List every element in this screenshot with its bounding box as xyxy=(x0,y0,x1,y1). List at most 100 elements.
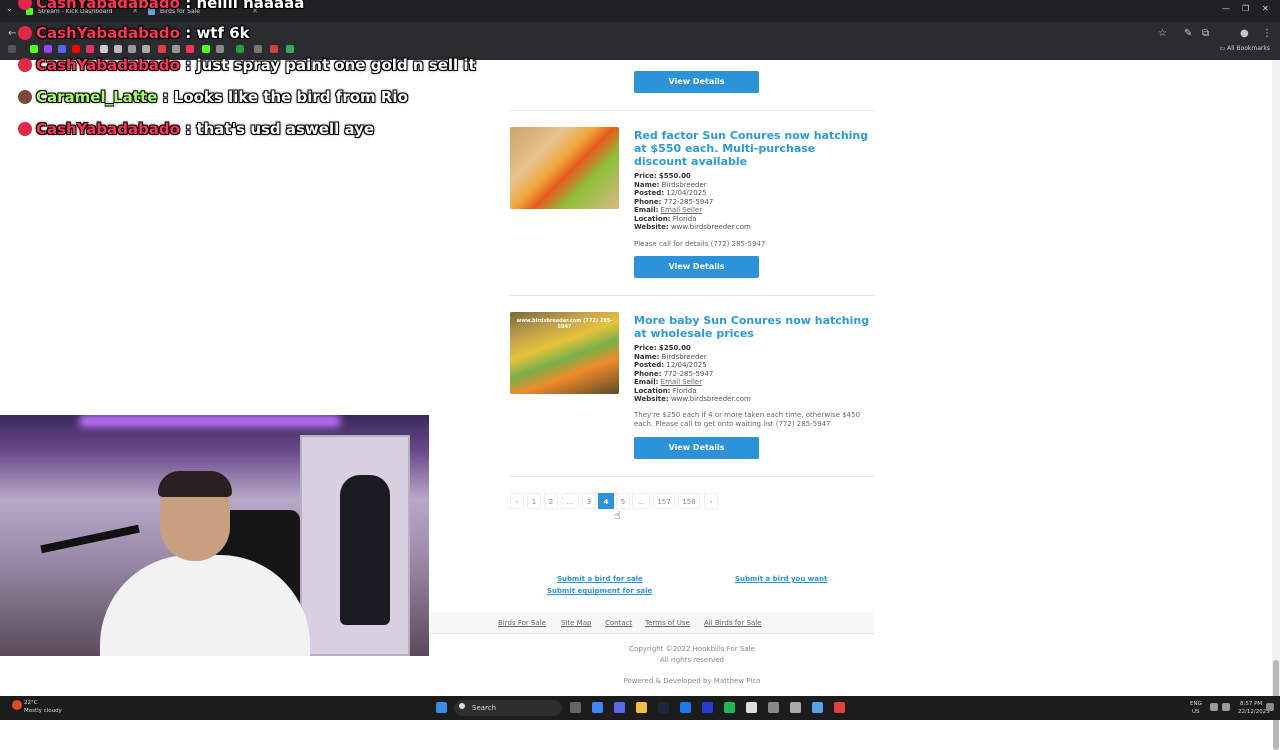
bookmark-x-icon[interactable] xyxy=(100,45,108,53)
view-details-button[interactable]: View Details xyxy=(634,437,759,459)
bookmark-twitch-icon[interactable] xyxy=(44,45,52,53)
bookmark-kick-icon[interactable] xyxy=(30,45,38,53)
location-label: Location: xyxy=(634,386,671,395)
bookmark-discord-icon[interactable] xyxy=(58,45,66,53)
footer-link-birds-for-sale[interactable]: Birds For Sale xyxy=(498,619,546,627)
chat-message: CashYabadabado : hellll haaaaa xyxy=(18,0,304,12)
taskbar-search[interactable]: Search xyxy=(454,700,562,716)
app-icon[interactable] xyxy=(790,702,801,713)
extension-icon[interactable]: ✎ xyxy=(1184,28,1192,39)
bookmark-icon[interactable] xyxy=(236,45,244,53)
submit-bird-wanted-link[interactable]: Submit a bird you want xyxy=(735,575,827,583)
price-value: $550.00 xyxy=(658,172,691,180)
clock-time[interactable]: 8:57 PM xyxy=(1240,701,1262,708)
bookmark-icon[interactable] xyxy=(186,45,194,53)
listing-photo[interactable] xyxy=(510,127,619,209)
weather-temp[interactable]: 22°C xyxy=(24,700,38,707)
bookmark-icon[interactable] xyxy=(128,45,136,53)
file-explorer-icon[interactable] xyxy=(636,702,647,713)
submit-equipment-link[interactable]: Submit equipment for sale xyxy=(547,587,652,595)
page-scrollbar[interactable] xyxy=(1272,60,1280,750)
pagination-next[interactable]: › xyxy=(704,493,718,509)
region-indicator[interactable]: US xyxy=(1192,709,1200,716)
weather-desc[interactable]: Mostly cloudy xyxy=(24,708,62,715)
app-icon[interactable] xyxy=(834,702,845,713)
bookmark-icon[interactable] xyxy=(216,45,224,53)
close-window-icon[interactable]: ✕ xyxy=(1262,4,1269,13)
chat-message: Caramel_Latte : Looks like the bird from… xyxy=(18,88,408,106)
language-indicator[interactable]: ENG xyxy=(1190,701,1202,708)
footer-link-site-map[interactable]: Site Map xyxy=(561,619,591,627)
streamer-hair xyxy=(158,471,232,497)
chat-text: just spray paint one gold n sell it xyxy=(196,56,476,74)
back-icon[interactable]: ← xyxy=(8,28,16,39)
clock-date[interactable]: 22/12/2025 xyxy=(1238,709,1270,716)
location-value: Florida xyxy=(672,214,697,223)
app-icon[interactable] xyxy=(768,702,779,713)
listing-photo[interactable]: www.birdsbreeder.com (772) 285-5947 xyxy=(510,312,619,394)
profile-icon[interactable]: ● xyxy=(1240,28,1249,39)
footer-link-all-birds[interactable]: All Birds for Sale xyxy=(704,619,762,627)
spotify-icon[interactable] xyxy=(724,702,735,713)
task-view-icon[interactable] xyxy=(570,702,581,713)
page-link[interactable]: 157 xyxy=(653,493,675,509)
chat-username: CashYabadabado xyxy=(36,24,180,42)
page-link[interactable]: 3 xyxy=(582,493,596,509)
listing-title[interactable]: Red factor Sun Conures now hatching at $… xyxy=(634,129,870,168)
maximize-icon[interactable]: ❐ xyxy=(1242,4,1249,13)
posted-label: Posted: xyxy=(634,189,665,197)
email-seller-link[interactable]: Email Seller xyxy=(661,378,702,386)
page-link[interactable]: 158 xyxy=(678,493,700,509)
windows-start-icon[interactable] xyxy=(436,702,447,713)
tab-search-icon[interactable]: ⌄ xyxy=(6,4,13,13)
edge-icon[interactable] xyxy=(680,702,691,713)
bookmark-icon[interactable] xyxy=(254,45,262,53)
footer-link-contact[interactable]: Contact xyxy=(605,619,632,627)
bookmark-icon[interactable] xyxy=(270,45,278,53)
app-icon[interactable] xyxy=(812,702,823,713)
apps-icon[interactable] xyxy=(8,45,16,53)
bookmark-icon[interactable] xyxy=(172,45,180,53)
pagination-prev[interactable]: ‹ xyxy=(510,493,524,509)
chrome-icon[interactable] xyxy=(592,702,603,713)
bookmark-star-icon[interactable]: ☆ xyxy=(1158,28,1167,39)
bookmark-instagram-icon[interactable] xyxy=(86,45,94,53)
bookmark-icon[interactable] xyxy=(142,45,150,53)
steam-icon[interactable] xyxy=(658,702,669,713)
obs-icon[interactable] xyxy=(746,702,757,713)
page-link-current[interactable]: 4 xyxy=(598,493,614,509)
extensions-puzzle-icon[interactable]: ⧉ xyxy=(1202,28,1209,39)
minimize-icon[interactable]: — xyxy=(1222,4,1230,13)
footer-link-terms[interactable]: Terms of Use xyxy=(645,619,690,627)
chat-separator: : xyxy=(162,88,169,106)
page-link[interactable]: 5 xyxy=(616,493,630,509)
chat-separator: : xyxy=(185,0,192,12)
wifi-icon[interactable] xyxy=(1210,703,1218,711)
view-details-button[interactable]: View Details xyxy=(634,256,759,278)
menu-icon[interactable]: ⋮ xyxy=(1262,28,1272,39)
all-bookmarks[interactable]: ▭ All Bookmarks xyxy=(1220,45,1270,52)
weather-icon[interactable] xyxy=(12,700,22,710)
volume-icon[interactable] xyxy=(1222,703,1230,711)
bookmark-youtube-icon[interactable] xyxy=(72,45,80,53)
chat-badge-icon xyxy=(18,57,32,72)
submit-bird-for-sale-link[interactable]: Submit a bird for sale xyxy=(557,575,643,583)
app-icon[interactable] xyxy=(614,702,625,713)
page-link[interactable]: 1 xyxy=(527,493,541,509)
app-icon[interactable] xyxy=(702,702,713,713)
notification-icon[interactable] xyxy=(1266,703,1274,711)
bookmark-icon[interactable] xyxy=(202,45,210,53)
website-label: Website: xyxy=(634,395,669,403)
bookmark-icon[interactable] xyxy=(286,45,294,53)
bookmark-icon[interactable] xyxy=(158,45,166,53)
email-seller-link[interactable]: Email Seller xyxy=(661,206,702,214)
view-details-button[interactable]: View Details xyxy=(634,71,759,93)
bookmark-tiktok-icon[interactable] xyxy=(114,45,122,53)
chat-separator: : xyxy=(185,24,192,42)
chat-username: CashYabadabado xyxy=(36,0,180,12)
page-link[interactable]: 2 xyxy=(544,493,558,509)
chat-message: CashYabadabado : that's usd aswell aye xyxy=(18,120,374,138)
all-bookmarks-label: All Bookmarks xyxy=(1227,45,1270,52)
listing-title[interactable]: More baby Sun Conures now hatching at wh… xyxy=(634,314,870,340)
phone-label: Phone: xyxy=(634,197,662,206)
